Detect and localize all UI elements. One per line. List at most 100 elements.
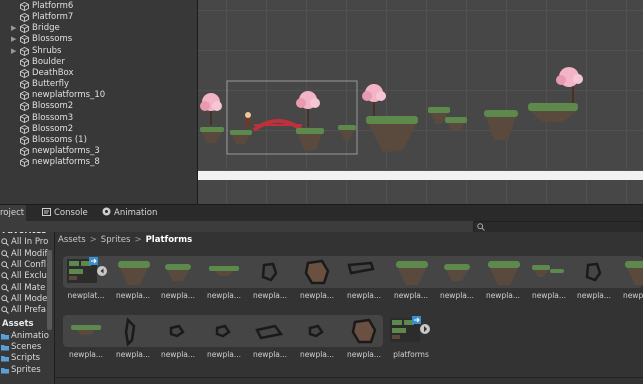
tab-animation[interactable]: Animation — [96, 205, 163, 222]
assets-header[interactable]: Assets — [0, 319, 54, 330]
favorites-item[interactable]: All Mode — [0, 294, 54, 305]
favorites-item[interactable]: All Prefa — [0, 305, 54, 316]
hierarchy-item[interactable]: DeathBox — [0, 68, 197, 79]
hierarchy-item[interactable]: Blossoms (1) — [0, 135, 197, 146]
asset-tile[interactable]: newpla... — [617, 255, 643, 305]
favorites-item[interactable]: All Confl — [0, 260, 54, 271]
asset-tile[interactable]: platforms — [388, 314, 434, 364]
asset-tile[interactable]: newpla... — [201, 314, 247, 364]
search-icon — [1, 261, 9, 269]
tree-item-label: Scenes — [11, 342, 42, 352]
hierarchy-item[interactable]: ▶ Shrubs — [0, 46, 197, 57]
platform-4 — [338, 125, 356, 140]
sprite-thumbnail-icon — [625, 261, 643, 285]
hierarchy-item-label: newplatforms_8 — [32, 157, 100, 168]
hierarchy-item[interactable]: Boulder — [0, 57, 197, 68]
hierarchy-item[interactable]: newplatforms_3 — [0, 146, 197, 157]
hierarchy-item[interactable]: newplatforms_8 — [0, 157, 197, 168]
hierarchy-item[interactable]: ▶ Bridge — [0, 23, 197, 34]
asset-tile[interactable]: newpla... — [155, 314, 201, 364]
gameobject-cube-icon — [20, 124, 29, 134]
scene-view[interactable] — [198, 0, 643, 204]
sprite-thumbnail-icon — [261, 262, 278, 282]
folder-icon — [1, 367, 9, 374]
gameobject-cube-icon — [20, 146, 29, 156]
hierarchy-item-label: newplatforms_3 — [32, 145, 100, 156]
expand-arrow-icon[interactable]: ▶ — [11, 23, 16, 34]
favorites-item[interactable]: All Modif — [0, 249, 54, 260]
assets-folder-item[interactable]: Animatio — [0, 331, 54, 342]
asset-tile[interactable]: newpla... — [247, 255, 293, 305]
hierarchy-item-label: Boulder — [32, 56, 65, 67]
hierarchy-item[interactable]: ▶ Blossoms — [0, 34, 197, 45]
asset-tile[interactable]: newpla... — [526, 255, 572, 305]
tree-item-label: Sprites — [11, 364, 41, 375]
hierarchy-item-label: Butterfly — [32, 79, 69, 90]
platform-3 — [296, 128, 324, 150]
search-icon — [1, 306, 9, 314]
hierarchy-item[interactable]: Blossom2 — [0, 101, 197, 112]
assets-folder-item[interactable]: Scripts — [0, 353, 54, 364]
tree-item-label: All Exclu — [11, 271, 47, 282]
asset-tile[interactable]: newpla... — [571, 255, 617, 305]
tab-project[interactable]: roject — [0, 205, 26, 222]
player-character — [245, 112, 251, 127]
search-icon — [1, 249, 9, 258]
animation-icon — [102, 207, 111, 216]
sprite-thumbnail-icon — [169, 324, 185, 338]
gameobject-cube-icon — [20, 113, 29, 123]
collapse-arrow-icon[interactable] — [97, 266, 107, 276]
asset-tile[interactable]: newpla... — [480, 255, 526, 305]
favorites-header[interactable]: Favorites — [0, 232, 54, 237]
hierarchy-item[interactable]: Platform7 — [0, 12, 197, 23]
breadcrumb-assets[interactable]: Assets — [58, 235, 86, 245]
sprite-thumbnail-icon — [215, 324, 231, 338]
left-panel-scrollbar[interactable] — [47, 250, 52, 330]
asset-tile[interactable]: newpla... — [63, 314, 109, 364]
asset-tile[interactable]: newpla... — [110, 255, 156, 305]
asset-label: newpla... — [68, 350, 104, 359]
hierarchy-item-label: newplatforms_10 — [32, 90, 106, 101]
gameobject-cube-icon — [20, 80, 29, 90]
scene-canvas[interactable] — [198, 0, 643, 204]
favorites-item[interactable]: All Mate — [0, 283, 54, 294]
favorites-item[interactable]: All Exclu — [0, 271, 54, 282]
asset-tile[interactable]: newplat... — [63, 255, 109, 305]
hierarchy-item[interactable]: newplatforms_10 — [0, 90, 197, 101]
blossom-tree-4 — [556, 67, 583, 105]
asset-tile[interactable]: newpla... — [110, 314, 156, 364]
tab-console[interactable]: Console — [36, 205, 94, 222]
search-icon — [1, 238, 9, 247]
breadcrumb-sprites[interactable]: Sprites — [101, 235, 131, 245]
asset-tile[interactable]: newpla... — [341, 314, 387, 364]
asset-tile[interactable]: newpla... — [155, 255, 201, 305]
hierarchy-item-label: Blossoms — [32, 34, 73, 45]
favorites-item[interactable]: All In Pro — [0, 237, 54, 248]
hierarchy-item-label: DeathBox — [32, 67, 74, 78]
asset-tile[interactable]: newpla... — [201, 255, 247, 305]
bridge — [252, 119, 304, 132]
hierarchy-item[interactable]: Butterfly — [0, 79, 197, 90]
breadcrumb-platforms[interactable]: Platforms — [146, 235, 193, 245]
expand-arrow-icon[interactable]: ▶ — [11, 46, 16, 57]
console-icon — [42, 208, 51, 216]
asset-tile[interactable]: newpla... — [247, 314, 293, 364]
sprite-thumbnail-icon — [71, 325, 101, 335]
hierarchy-item-label: Platform7 — [32, 12, 74, 23]
blossom-tree-1 — [200, 93, 222, 125]
assets-folder-item[interactable]: Scenes — [0, 342, 54, 353]
hierarchy-item[interactable]: Blossom2 — [0, 124, 197, 135]
platform-8 — [484, 110, 518, 140]
hierarchy-item[interactable]: Platform6 — [0, 1, 197, 12]
expand-arrow-icon[interactable]: ▶ — [11, 34, 16, 45]
asset-tile[interactable]: newpla... — [388, 255, 434, 305]
asset-tile[interactable]: newpla... — [341, 255, 387, 305]
gameobject-cube-icon — [20, 57, 29, 67]
asset-tile[interactable]: newpla... — [294, 314, 340, 364]
hierarchy-item[interactable]: Blossom3 — [0, 113, 197, 124]
blossom-tree-2 — [296, 91, 320, 127]
sprite-thumbnail-icon — [396, 261, 428, 285]
asset-tile[interactable]: newpla... — [294, 255, 340, 305]
assets-folder-item[interactable]: Sprites — [0, 365, 54, 376]
asset-tile[interactable]: newpla... — [434, 255, 480, 305]
